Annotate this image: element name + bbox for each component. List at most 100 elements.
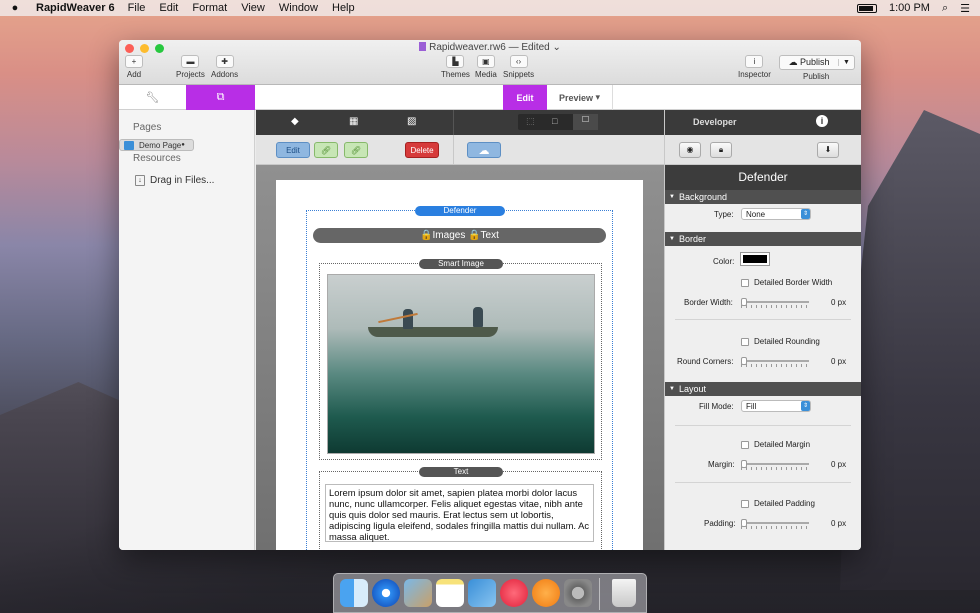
media-button[interactable]: ▣ Media	[475, 55, 497, 79]
notification-center-icon[interactable]: ☰	[960, 2, 970, 15]
eye-icon[interactable]: ◉	[679, 142, 701, 158]
layout-section: Fill Mode: Fill ⇕ Detailed Margin Margin:…	[665, 396, 861, 546]
add-button[interactable]: + Add	[125, 55, 143, 79]
select-arrows-icon: ⇕	[801, 209, 810, 219]
sidebar: Pages Demo Page ● Resources ↓ Drag in Fi…	[119, 110, 255, 550]
finder-icon[interactable]	[340, 579, 368, 607]
publish-label: Publish	[803, 72, 830, 81]
defender-label: Defender	[415, 206, 505, 216]
rapidweaver-icon[interactable]	[468, 579, 496, 607]
clock[interactable]: 1:00 PM	[889, 2, 930, 14]
layout-icon[interactable]: ▦	[349, 116, 358, 127]
edit-button[interactable]: Edit	[276, 142, 310, 158]
apple-menu-icon[interactable]: ●	[0, 2, 30, 14]
system-preferences-icon[interactable]	[564, 579, 592, 607]
sidebar-item-drag-files[interactable]: ↓ Drag in Files...	[119, 170, 254, 190]
document-status[interactable]: Edited	[521, 42, 549, 53]
safari-icon[interactable]	[372, 579, 400, 607]
border-section-header[interactable]: Border	[665, 232, 861, 246]
link-icon[interactable]: 🔗︎	[314, 142, 338, 158]
projects-button[interactable]: ▬ Projects	[176, 55, 205, 79]
plus-icon: +	[125, 55, 143, 68]
delete-button[interactable]: Delete	[405, 142, 439, 158]
defender-stack[interactable]: Defender 🔒Images 🔒Text Smart Image Text	[306, 206, 613, 550]
border-section: Color: Detailed Border Width Border Widt…	[665, 246, 861, 376]
tab-preview[interactable]: Preview ▾	[547, 85, 613, 110]
border-color-well[interactable]	[740, 252, 770, 266]
stack-icon[interactable]: ◆	[291, 116, 299, 127]
editor-top-toolbar: ◆ ▦ ▨ ⬚ □ □	[256, 110, 664, 135]
download-icon[interactable]: ⬇	[817, 142, 839, 158]
projects-icon: ▬	[181, 55, 200, 68]
body-text[interactable]: Lorem ipsum dolor sit amet, sapien plate…	[325, 484, 594, 542]
spotlight-search-icon[interactable]: ⌕	[942, 2, 948, 15]
menu-help[interactable]: Help	[325, 2, 362, 14]
page-icon	[124, 140, 134, 150]
lock-bar[interactable]: 🔒Images 🔒Text	[313, 228, 606, 243]
menu-edit[interactable]: Edit	[152, 2, 185, 14]
tablet-size-icon[interactable]: □	[552, 116, 557, 126]
inspector-button[interactable]: i Inspector	[738, 55, 771, 79]
trash-icon[interactable]	[612, 579, 636, 607]
detailed-padding-checkbox[interactable]: Detailed Padding	[741, 499, 815, 508]
window-title: Rapidweaver.rw6 — Edited ⌄	[119, 42, 861, 53]
addons-button[interactable]: ✚ Addons	[211, 55, 238, 79]
snippets-button[interactable]: ‹› Snippets	[503, 55, 534, 79]
tab-pages[interactable]: ⧉	[186, 85, 255, 110]
smart-image-label: Smart Image	[419, 259, 503, 269]
tab-edit[interactable]: Edit	[503, 85, 547, 110]
layout-section-header[interactable]: Layout	[665, 382, 861, 396]
publish-dropdown-icon[interactable]: ▼	[838, 59, 854, 66]
image-icon[interactable]: ▨	[407, 116, 416, 127]
detailed-margin-checkbox[interactable]: Detailed Margin	[741, 440, 810, 449]
publish-button[interactable]: ☁ Publish ▼	[779, 55, 855, 70]
notes-icon[interactable]	[436, 579, 464, 607]
mode-tab-row: 🔧︎ ⧉ Edit Preview ▾	[119, 85, 861, 110]
tab-developer[interactable]: Developer	[693, 117, 737, 127]
themes-button[interactable]: ▙ Themes	[441, 55, 470, 79]
app-menu[interactable]: RapidWeaver 6	[30, 2, 121, 14]
menu-window[interactable]: Window	[272, 2, 325, 14]
info-icon: i	[745, 55, 764, 68]
background-section-header[interactable]: Background	[665, 190, 861, 204]
detailed-rounding-checkbox[interactable]: Detailed Rounding	[741, 337, 820, 346]
pages-header: Pages	[133, 122, 162, 133]
fill-mode-select[interactable]: Fill ⇕	[741, 400, 811, 412]
smart-image-stack[interactable]: Smart Image	[319, 259, 602, 460]
menu-format[interactable]: Format	[185, 2, 234, 14]
ibooks-icon[interactable]	[532, 579, 560, 607]
border-width-slider[interactable]	[741, 298, 809, 308]
page-status-dot: ●	[181, 141, 185, 148]
canoe-photo[interactable]	[327, 274, 595, 454]
tab-page-settings[interactable]: 🔧︎	[119, 85, 186, 110]
menu-bar: ● RapidWeaver 6 File Edit Format View Wi…	[0, 0, 980, 16]
cloud-sync-icon[interactable]: ☁	[467, 142, 501, 158]
unlink-icon[interactable]: 🔗︎	[344, 142, 368, 158]
document-name: Rapidweaver.rw6	[429, 42, 506, 53]
download-icon: ↓	[135, 174, 145, 186]
dock	[333, 573, 647, 613]
round-corners-slider[interactable]	[741, 357, 809, 367]
snippets-icon: ‹›	[509, 55, 528, 68]
text-label: Text	[419, 467, 503, 477]
page-preview: Defender 🔒Images 🔒Text Smart Image Text	[276, 180, 643, 550]
preview-icon[interactable]	[404, 579, 432, 607]
padding-slider[interactable]	[741, 519, 809, 529]
text-stack[interactable]: Text Lorem ipsum dolor sit amet, sapien …	[319, 467, 602, 550]
lock-icon[interactable]: 🔒︎	[710, 142, 732, 158]
itunes-icon[interactable]	[500, 579, 528, 607]
menu-file[interactable]: File	[121, 2, 153, 14]
wrench-icon: 🔧︎	[145, 92, 160, 104]
margin-slider[interactable]	[741, 460, 809, 470]
background-type-select[interactable]: None ⇕	[741, 208, 811, 220]
info-icon[interactable]: i	[816, 115, 828, 127]
menu-view[interactable]: View	[234, 2, 272, 14]
desktop-size-icon[interactable]: □	[573, 114, 598, 130]
cloud-icon: ☁	[788, 57, 798, 67]
battery-icon[interactable]	[856, 3, 877, 13]
sidebar-item-demo-page[interactable]: Demo Page ●	[119, 139, 194, 151]
phone-size-icon[interactable]: ⬚	[526, 116, 535, 127]
page-canvas: Defender 🔒Images 🔒Text Smart Image Text	[256, 165, 664, 550]
border-width-value: 0 px	[831, 298, 847, 307]
detailed-border-width-checkbox[interactable]: Detailed Border Width	[741, 278, 832, 287]
